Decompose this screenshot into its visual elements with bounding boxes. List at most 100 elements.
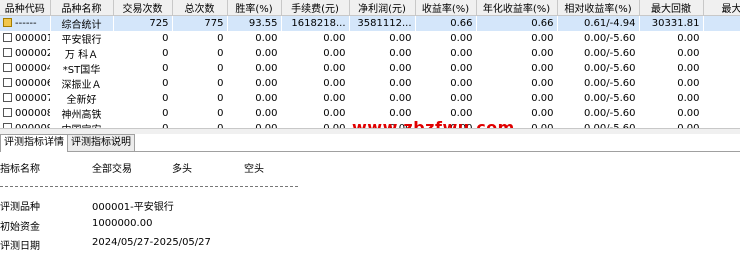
code-text: 000008: [15, 108, 50, 119]
cell-value: 0.00: [450, 93, 473, 104]
cell-value: 0.00: [389, 63, 412, 74]
col-header-long: 多头: [172, 164, 192, 175]
cell-value: 0.00: [323, 48, 346, 59]
results-table: 品种代码 品种名称 交易次数 总次数 胜率(%) 手续费(元) 净利润(元) 收益率(%) 年化…: [0, 0, 740, 128]
metric-label: 初始资金: [0, 222, 40, 233]
code-text: 000002: [15, 48, 50, 59]
cell-value: 0.00: [323, 108, 346, 119]
cell-code: 000006: [0, 76, 50, 91]
cell-name: 综合统计: [50, 15, 113, 31]
cell-value: 0.00: [677, 108, 700, 119]
cell-value: 0.00: [531, 78, 554, 89]
cell-value: [703, 76, 740, 91]
cell-name: *ST国华: [62, 65, 101, 76]
cell-value: 0.00: [677, 63, 700, 74]
tab-metrics-detail[interactable]: 评测指标详情: [0, 134, 68, 152]
cell-value: 0.00: [389, 48, 412, 59]
table-header-row: 品种代码 品种名称 交易次数 总次数 胜率(%) 手续费(元) 净利润(元) 收益率(%) 年化…: [0, 0, 740, 16]
table-row[interactable]: 000002 万 科Ａ 0 0 0.00 0.00 0.00 0.00 0.00 0.00/-5.…: [0, 46, 740, 61]
checkbox-icon[interactable]: [3, 78, 12, 87]
cell-value: 0: [162, 108, 169, 119]
checkbox-icon[interactable]: [3, 33, 12, 42]
cell-value: 0.00: [531, 33, 554, 44]
table-row[interactable]: 000006 深振业Ａ 0 0 0.00 0.00 0.00 0.00 0.00 0.00/-5.…: [0, 76, 740, 91]
cell-value: 0: [113, 121, 172, 128]
results-table-container: 品种代码 品种名称 交易次数 总次数 胜率(%) 手续费(元) 净利润(元) 收益率(%) 年化…: [0, 0, 740, 128]
cell-value: 93.55: [227, 15, 281, 31]
cell-value: 3581112...: [349, 15, 415, 31]
cell-value: [703, 91, 740, 106]
cell-value: 0.00: [389, 33, 412, 44]
cell-value: 0.00/-5.60: [583, 93, 636, 104]
cell-value: [703, 31, 740, 46]
cell-value: 0.00/-5.60: [583, 108, 636, 119]
cell-name: 深振业Ａ: [61, 80, 102, 91]
cell-name: 中国宝安: [50, 121, 113, 128]
cell-value: 0.00: [450, 78, 473, 89]
table-row[interactable]: 000004 *ST国华 0 0 0.00 0.00 0.00 0.00 0.00 0.00/-5…: [0, 61, 740, 76]
metric-value: 1000000.00: [92, 218, 153, 229]
checkbox-icon[interactable]: [3, 108, 12, 117]
tab-metrics-explanation[interactable]: 评测指标说明: [67, 134, 135, 151]
cell-value: 0.00: [531, 63, 554, 74]
cell-code: ------: [0, 15, 50, 31]
cell-value: 0: [217, 48, 224, 59]
cell-code: 000001: [0, 31, 50, 46]
cell-value: 0.00/-5.60: [583, 78, 636, 89]
cell-name: 万 科Ａ: [64, 50, 99, 61]
cell-value: 0.00: [389, 93, 412, 104]
cell-value: 0.61/-4.94: [557, 15, 639, 31]
column-header[interactable]: 相对收益率(%): [557, 0, 640, 16]
cell-value: 0.00/-5.60: [583, 48, 636, 59]
col-header-short: 空头: [244, 164, 264, 175]
cell-value: 0.00: [255, 108, 278, 119]
table-row[interactable]: 000007 全新好 0 0 0.00 0.00 0.00 0.00 0.00 0.00/-5.6…: [0, 91, 740, 106]
column-header[interactable]: 总次数: [172, 0, 228, 16]
cell-value: 0.00: [677, 93, 700, 104]
cell-name: 平安银行: [61, 35, 102, 46]
cell-value: 0.00: [323, 63, 346, 74]
cell-value: 0.00: [255, 33, 278, 44]
column-header[interactable]: 手续费(元): [281, 0, 350, 16]
metric-label: 评测日期: [0, 241, 40, 252]
cell-value: 0.00/-5.60: [557, 121, 639, 128]
cell-value: 0.00: [677, 78, 700, 89]
cell-value: 0: [217, 108, 224, 119]
cell-value: 0.00: [323, 33, 346, 44]
cell-value: 0.00: [531, 93, 554, 104]
column-header[interactable]: 最大回撤: [639, 0, 704, 16]
code-text: 000004: [15, 63, 50, 74]
metric-value: 2024/05/27-2025/05/27: [92, 237, 211, 248]
cell-value: 0.00: [639, 121, 703, 128]
cell-value: 0.00: [450, 63, 473, 74]
summary-icon[interactable]: [3, 18, 12, 27]
column-header[interactable]: 年化收益率(%): [476, 0, 558, 16]
column-header[interactable]: 净利润(元): [349, 0, 416, 16]
cell-value: 0.00: [450, 33, 473, 44]
cell-value: 0.66: [415, 15, 476, 31]
cell-value: 0: [217, 33, 224, 44]
checkbox-icon[interactable]: [3, 48, 12, 57]
column-header[interactable]: 品种代码: [0, 0, 51, 16]
cell-code: 000008: [0, 106, 50, 121]
cell-value: 1618218...: [281, 15, 349, 31]
table-row[interactable]: ------ 综合统计 725 775 93.55 1618218... 3581112..…: [0, 15, 740, 31]
cell-value: 725: [113, 15, 172, 31]
cell-value: 0.00: [227, 121, 281, 128]
cell-value: 0: [162, 33, 169, 44]
table-row[interactable]: 000001 平安银行 0 0 0.00 0.00 0.00 0.00 0.00 0.00/-5.…: [0, 31, 740, 46]
column-header[interactable]: 交易次数: [113, 0, 173, 16]
column-header[interactable]: 胜率(%): [227, 0, 282, 16]
code-text: 000001: [15, 33, 50, 44]
checkbox-icon[interactable]: [3, 63, 12, 72]
checkbox-icon[interactable]: [3, 93, 12, 102]
cell-value: 0.00: [677, 48, 700, 59]
cell-value: 0.00: [450, 48, 473, 59]
column-header[interactable]: 品种名称: [50, 0, 114, 16]
column-header[interactable]: 收益率(%): [415, 0, 477, 16]
cell-value: 0: [162, 48, 169, 59]
cell-value: [703, 61, 740, 76]
column-header[interactable]: 最大回: [703, 0, 740, 16]
cell-code: 000009: [0, 121, 50, 128]
col-header-all-trades: 全部交易: [92, 164, 132, 175]
